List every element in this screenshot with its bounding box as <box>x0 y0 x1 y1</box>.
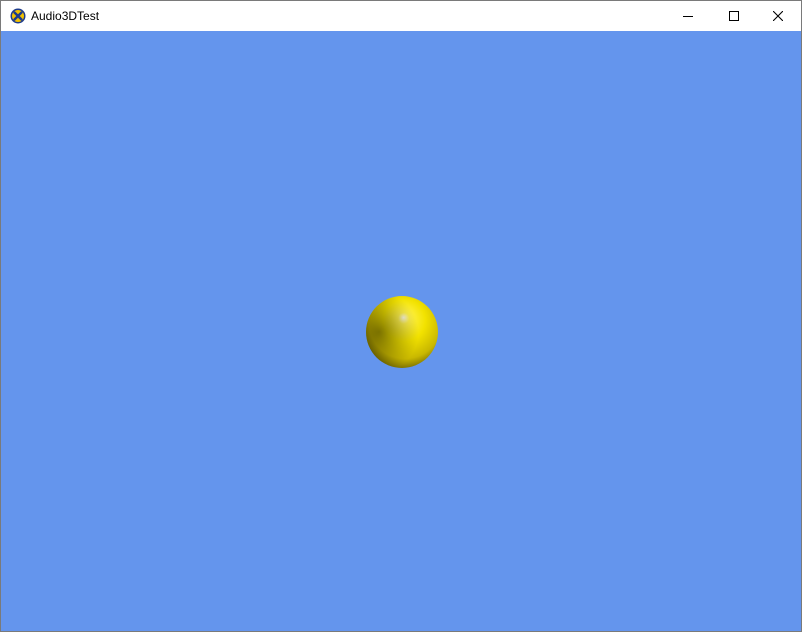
game-viewport[interactable] <box>1 31 801 631</box>
window-title: Audio3DTest <box>31 9 100 23</box>
maximize-icon <box>729 11 739 21</box>
title-bar[interactable]: Audio3DTest <box>1 1 801 31</box>
app-window: Audio3DTest <box>0 0 802 632</box>
minimize-icon <box>683 16 693 17</box>
yellow-sphere <box>366 296 438 368</box>
close-button[interactable] <box>755 1 801 31</box>
close-icon <box>773 11 783 21</box>
maximize-button[interactable] <box>711 1 757 31</box>
xna-game-icon[interactable] <box>10 8 26 24</box>
minimize-button[interactable] <box>665 1 711 31</box>
